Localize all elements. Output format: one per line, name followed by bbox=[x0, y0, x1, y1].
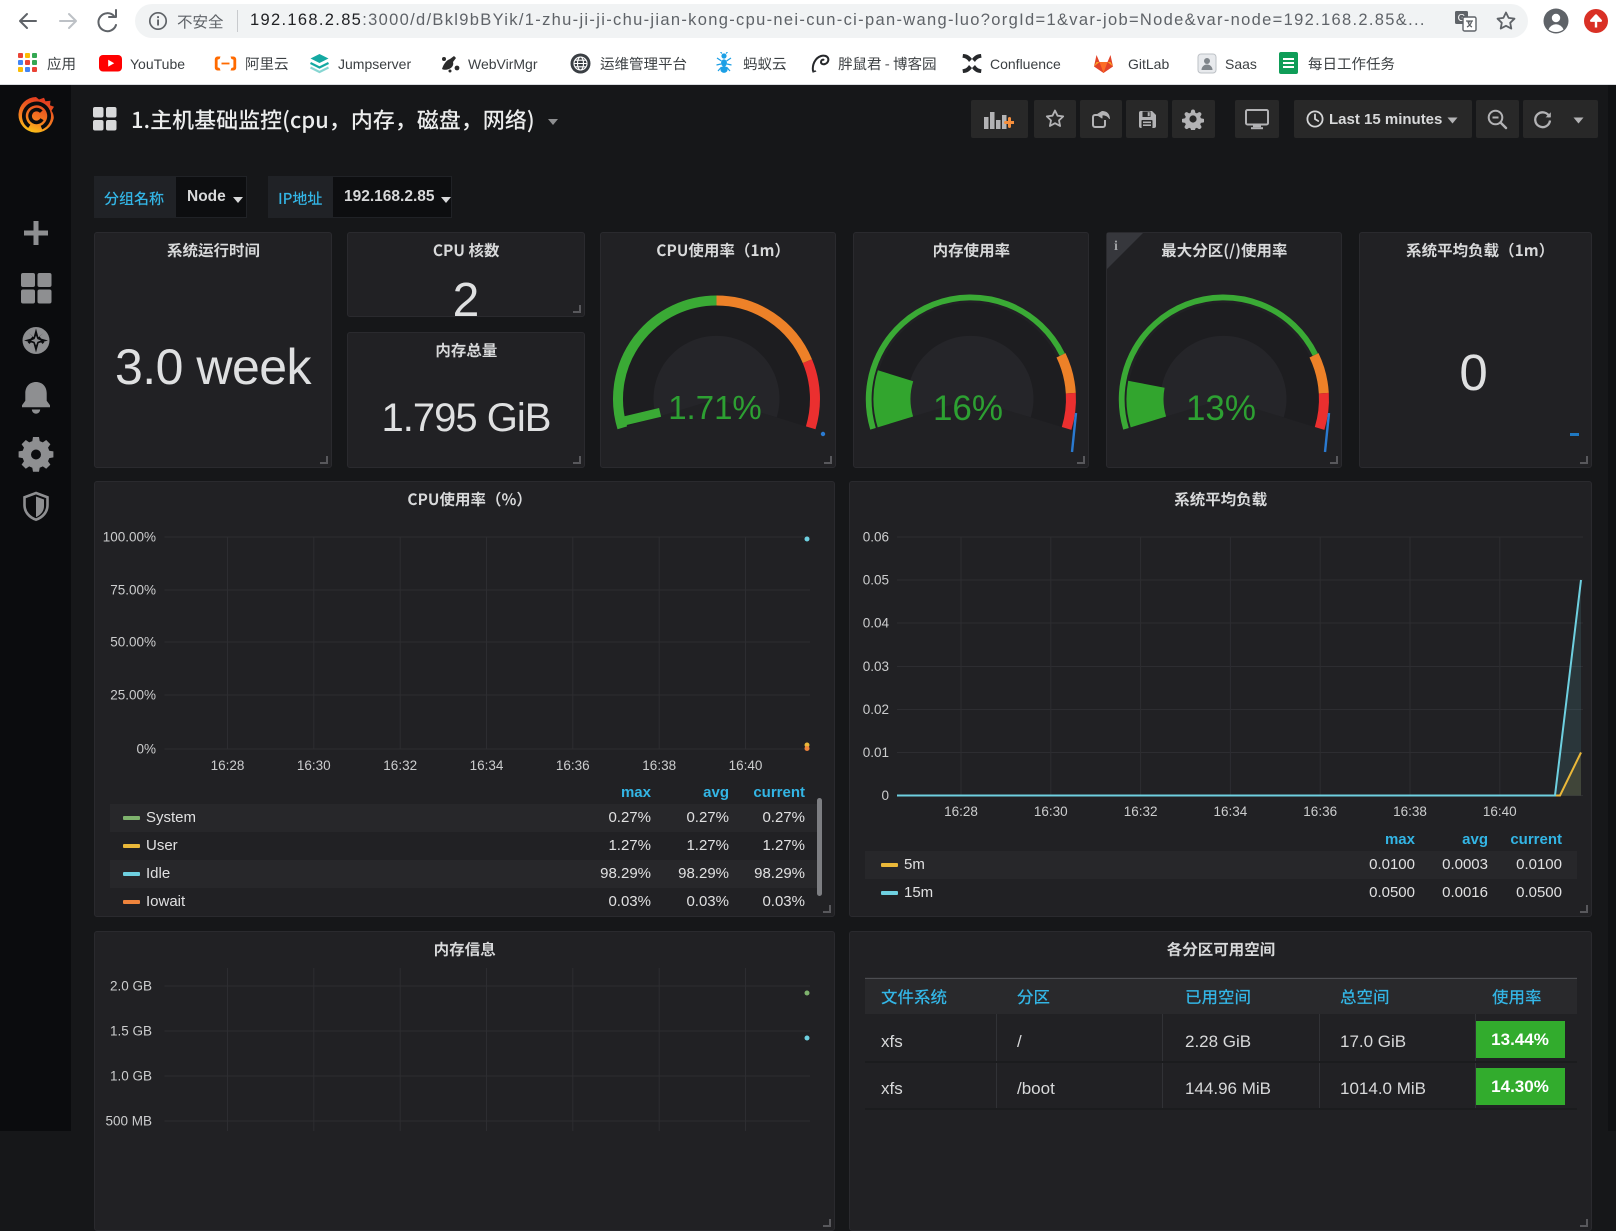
svg-text:75.00%: 75.00% bbox=[110, 583, 156, 598]
svg-text:0.01: 0.01 bbox=[863, 745, 889, 760]
svg-text:16:32: 16:32 bbox=[1124, 804, 1158, 819]
svg-text:16:28: 16:28 bbox=[211, 758, 245, 773]
svg-text:0: 0 bbox=[881, 788, 889, 803]
svg-text:0.05: 0.05 bbox=[863, 573, 889, 588]
svg-text:50.00%: 50.00% bbox=[110, 635, 156, 650]
svg-text:0.02: 0.02 bbox=[863, 702, 889, 717]
svg-text:16:32: 16:32 bbox=[383, 758, 417, 773]
svg-text:16:36: 16:36 bbox=[556, 758, 590, 773]
svg-text:16:40: 16:40 bbox=[729, 758, 763, 773]
svg-text:100.00%: 100.00% bbox=[103, 530, 156, 545]
svg-text:0.04: 0.04 bbox=[863, 616, 890, 631]
svg-text:16:40: 16:40 bbox=[1483, 804, 1517, 819]
svg-text:16:38: 16:38 bbox=[642, 758, 676, 773]
svg-text:16:30: 16:30 bbox=[1034, 804, 1068, 819]
svg-text:16:28: 16:28 bbox=[944, 804, 978, 819]
svg-text:16:34: 16:34 bbox=[470, 758, 504, 773]
svg-text:2.0 GB: 2.0 GB bbox=[110, 979, 152, 994]
svg-text:0%: 0% bbox=[136, 742, 156, 757]
svg-text:1.0 GB: 1.0 GB bbox=[110, 1069, 152, 1084]
svg-text:16:38: 16:38 bbox=[1393, 804, 1427, 819]
svg-text:16:34: 16:34 bbox=[1214, 804, 1248, 819]
svg-text:16:30: 16:30 bbox=[297, 758, 331, 773]
svg-text:0.06: 0.06 bbox=[863, 530, 889, 545]
svg-text:1.5 GB: 1.5 GB bbox=[110, 1024, 152, 1039]
svg-text:25.00%: 25.00% bbox=[110, 688, 156, 703]
svg-text:0.03: 0.03 bbox=[863, 659, 889, 674]
svg-text:500 MB: 500 MB bbox=[105, 1114, 152, 1129]
svg-text:16:36: 16:36 bbox=[1303, 804, 1337, 819]
